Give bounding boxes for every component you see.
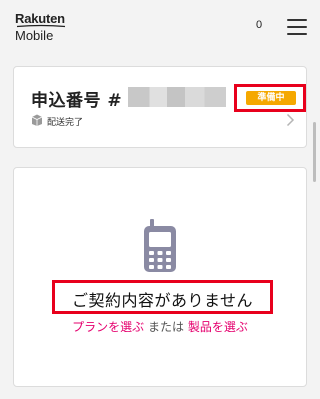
empty-message-highlight-box: ご契約内容がありません: [52, 280, 273, 314]
mobile-phone-icon: [144, 219, 176, 272]
status-highlight-box: 準備中: [234, 84, 306, 112]
cart-count-badge[interactable]: 0: [256, 19, 262, 31]
chevron-right-icon[interactable]: [286, 113, 295, 127]
logo-wordmark: Rakuten: [15, 11, 65, 26]
logo-subtitle: Mobile: [15, 28, 54, 43]
choose-product-link[interactable]: 製品を選ぶ: [188, 320, 248, 334]
status-badge: 準備中: [246, 91, 296, 105]
rakuten-mobile-logo[interactable]: Rakuten Mobile: [15, 12, 66, 42]
delivery-status-text: 配送完了: [47, 118, 84, 128]
order-number-redacted: [128, 87, 226, 107]
order-number-label: 申込番号 #: [31, 91, 123, 111]
delivery-box-icon: [32, 114, 42, 126]
or-connector: または: [144, 320, 188, 334]
order-card[interactable]: 申込番号 # 準備中 配送完了: [13, 66, 307, 148]
contract-card: ご契約内容がありません プランを選ぶ または 製品を選ぶ: [13, 167, 307, 387]
scrollbar[interactable]: [313, 122, 316, 182]
choose-plan-link[interactable]: プランを選ぶ: [72, 320, 144, 334]
action-links: プランを選ぶ または 製品を選ぶ: [14, 318, 306, 335]
hamburger-menu-icon[interactable]: [287, 19, 307, 35]
empty-contract-message: ご契約内容がありません: [71, 291, 254, 310]
app-header: Rakuten Mobile 0: [0, 0, 319, 52]
